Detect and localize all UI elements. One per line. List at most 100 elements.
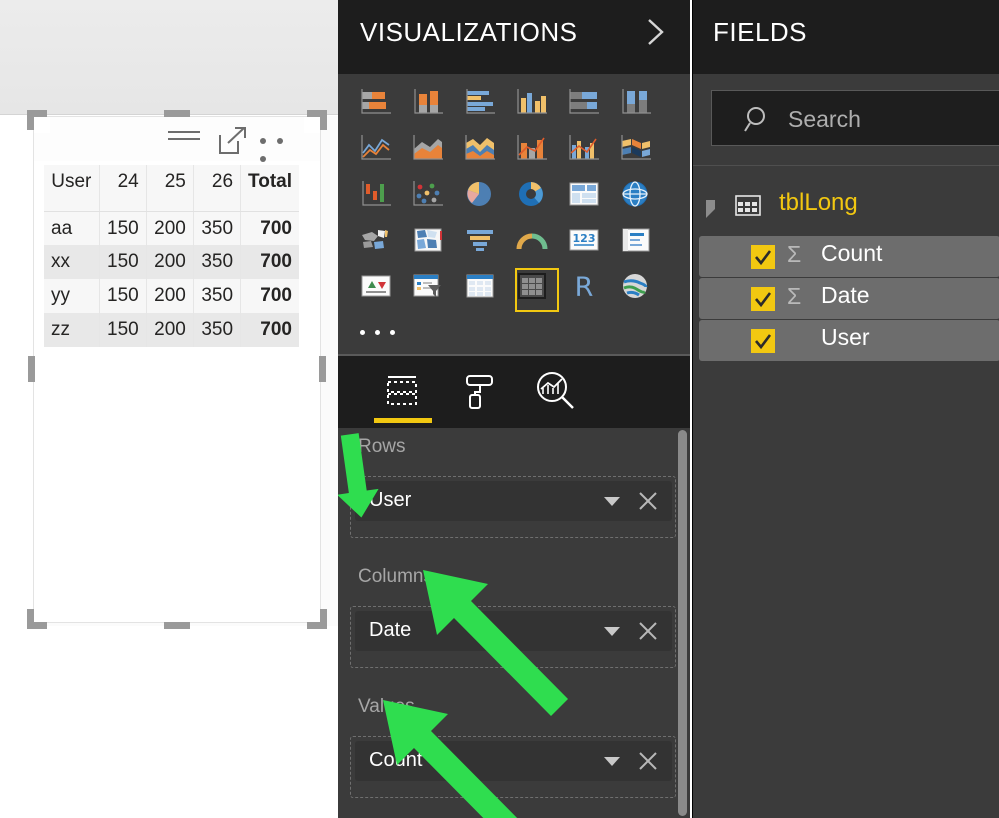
chevron-down-icon[interactable] [604, 757, 620, 766]
resize-handle-right-middle[interactable] [319, 356, 326, 382]
matrix-cell-total[interactable]: 700 [240, 211, 299, 246]
hundred-percent-stacked-column-chart-icon[interactable] [610, 80, 662, 126]
matrix-cell[interactable]: 150 [98, 245, 147, 280]
matrix-cell[interactable]: 200 [145, 211, 194, 246]
remove-field-icon[interactable] [636, 489, 660, 513]
search-input[interactable] [788, 103, 999, 135]
matrix-cell-total[interactable]: 700 [240, 313, 299, 347]
matrix-cell[interactable]: 200 [145, 245, 194, 280]
more-options-icon[interactable] [260, 131, 308, 162]
matrix-cell[interactable]: 350 [192, 211, 241, 246]
fields-table-node[interactable]: tblLong [693, 186, 999, 226]
tab-analytics[interactable] [523, 366, 587, 420]
pie-chart-icon[interactable] [454, 172, 506, 218]
matrix-col-header[interactable]: 26 [192, 165, 241, 212]
active-tab-indicator [374, 418, 432, 423]
matrix-cell-total[interactable]: 700 [240, 279, 299, 314]
matrix-cell[interactable]: 350 [192, 245, 241, 280]
tree-expanded-caret-icon[interactable] [706, 200, 715, 218]
line-and-clustered-column-chart-icon[interactable] [558, 126, 610, 172]
matrix-col-header[interactable]: 24 [98, 165, 147, 212]
resize-handle-left-middle[interactable] [28, 356, 35, 382]
hundred-percent-stacked-bar-chart-icon[interactable] [558, 80, 610, 126]
field-checkbox[interactable] [751, 287, 775, 311]
focus-mode-icon[interactable] [218, 125, 248, 155]
kpi-icon[interactable] [350, 264, 402, 310]
donut-chart-icon[interactable] [506, 172, 558, 218]
matrix-row-header[interactable]: xx [44, 245, 100, 280]
matrix-row-header[interactable]: zz [44, 313, 100, 347]
table-row[interactable]: xx 150 200 350 700 [44, 245, 299, 280]
filled-map-icon[interactable] [350, 218, 402, 264]
shape-map-icon[interactable] [402, 218, 454, 264]
ribbon-chart-icon[interactable] [610, 126, 662, 172]
chevron-down-icon[interactable] [604, 627, 620, 636]
treemap-icon[interactable] [558, 172, 610, 218]
matrix-icon[interactable] [506, 264, 559, 312]
line-chart-icon[interactable] [350, 126, 402, 172]
field-chip-columns[interactable]: Date [355, 611, 672, 651]
scatter-chart-icon[interactable] [402, 172, 454, 218]
clustered-bar-chart-icon[interactable] [454, 80, 506, 126]
tab-fields[interactable] [371, 366, 435, 420]
waterfall-chart-icon[interactable] [350, 172, 402, 218]
field-item-date[interactable]: Σ Date [699, 278, 999, 319]
slicer-icon[interactable] [402, 264, 454, 310]
matrix-row-header[interactable]: yy [44, 279, 100, 314]
gauge-chart-icon[interactable] [506, 218, 558, 264]
matrix-col-header-total[interactable]: Total [240, 165, 299, 212]
well-drop-columns[interactable]: Date [350, 606, 676, 668]
well-drop-rows[interactable]: User [350, 476, 676, 538]
area-chart-icon[interactable] [402, 126, 454, 172]
matrix-col-header[interactable]: 25 [145, 165, 194, 212]
arcgis-maps-icon[interactable] [610, 264, 662, 310]
resize-handle-top-center[interactable] [164, 110, 190, 117]
matrix-cell[interactable]: 200 [145, 279, 194, 314]
stacked-bar-chart-icon[interactable] [350, 80, 402, 126]
chevron-right-icon[interactable] [642, 14, 670, 50]
field-checkbox[interactable] [751, 245, 775, 269]
more-visuals-ellipsis[interactable] [360, 324, 420, 340]
chevron-down-icon[interactable] [604, 497, 620, 506]
field-item-count[interactable]: Σ Count [699, 236, 999, 277]
matrix-cell[interactable]: 150 [98, 279, 147, 314]
matrix-visual-container[interactable]: User 24 25 26 Total aa 150 200 350 700 x… [27, 110, 327, 629]
matrix-cell[interactable]: 150 [98, 211, 147, 246]
well-drop-values[interactable]: Count [350, 736, 676, 798]
matrix-row-header[interactable]: aa [44, 211, 100, 246]
tab-format[interactable] [448, 366, 512, 420]
field-item-user[interactable]: User [699, 320, 999, 361]
stacked-area-chart-icon[interactable] [454, 126, 506, 172]
matrix-table[interactable]: User 24 25 26 Total aa 150 200 350 700 x… [44, 165, 299, 347]
visualizations-pane-header: VISUALIZATIONS [338, 0, 690, 74]
search-box[interactable] [711, 90, 999, 146]
table-row[interactable]: zz 150 200 350 700 [44, 313, 299, 347]
matrix-cell[interactable]: 350 [192, 279, 241, 314]
multi-row-card-icon[interactable] [610, 218, 662, 264]
field-checkbox[interactable] [751, 329, 775, 353]
remove-field-icon[interactable] [636, 749, 660, 773]
resize-handle-bottom-center[interactable] [164, 622, 190, 629]
field-chip-values[interactable]: Count [355, 741, 672, 781]
line-and-stacked-column-chart-icon[interactable] [506, 126, 558, 172]
matrix-cell[interactable]: 350 [192, 313, 241, 347]
map-globe-icon[interactable] [610, 172, 662, 218]
clustered-column-chart-icon[interactable] [506, 80, 558, 126]
matrix-visual[interactable]: User 24 25 26 Total aa 150 200 350 700 x… [33, 116, 321, 623]
r-script-visual-icon[interactable]: R [558, 264, 610, 310]
matrix-col-header[interactable]: User [44, 165, 100, 212]
field-chip-label: Date [369, 619, 412, 641]
card-number-icon[interactable]: 123 [558, 218, 610, 264]
filter-icon[interactable] [168, 131, 200, 145]
wells-scrollbar[interactable] [678, 430, 687, 816]
matrix-cell-total[interactable]: 700 [240, 245, 299, 280]
table-row[interactable]: aa 150 200 350 700 [44, 211, 299, 246]
funnel-chart-icon[interactable] [454, 218, 506, 264]
field-chip-rows[interactable]: User [355, 481, 672, 521]
stacked-column-chart-icon[interactable] [402, 80, 454, 126]
table-row[interactable]: yy 150 200 350 700 [44, 279, 299, 314]
remove-field-icon[interactable] [636, 619, 660, 643]
table-icon[interactable] [454, 264, 506, 310]
matrix-cell[interactable]: 200 [145, 313, 194, 347]
matrix-cell[interactable]: 150 [98, 313, 147, 347]
